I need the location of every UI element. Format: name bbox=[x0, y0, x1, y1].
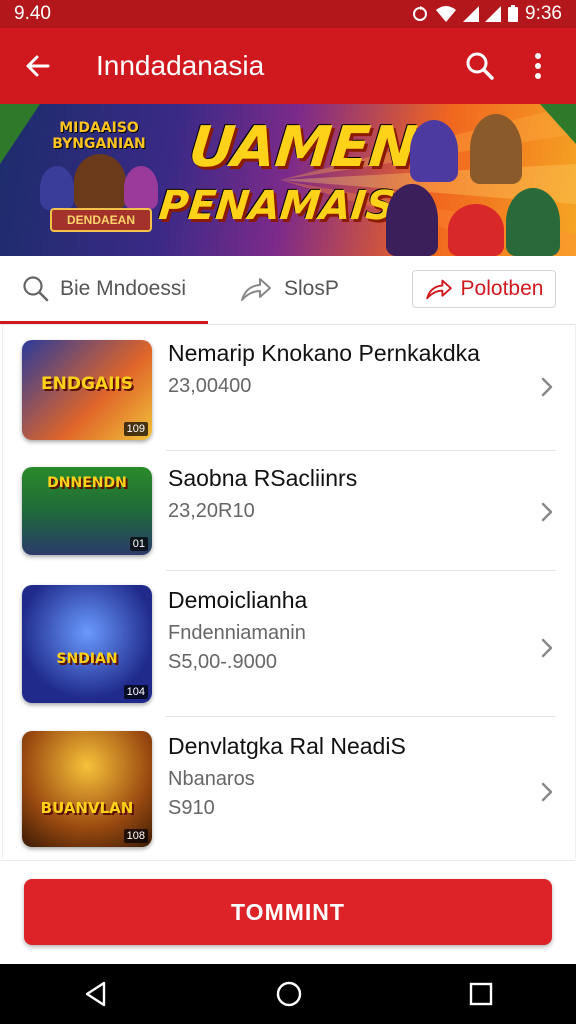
item-thumbnail-badge: 108 bbox=[123, 829, 148, 843]
tab-search[interactable]: Bie Mndoessi bbox=[0, 256, 208, 324]
more-options-button[interactable] bbox=[516, 44, 560, 88]
tab-share[interactable]: SlosP bbox=[240, 256, 390, 322]
banner-character-2 bbox=[410, 120, 458, 182]
status-right-text: 9:36 bbox=[525, 3, 562, 24]
item-thumbnail-badge: 01 bbox=[129, 537, 148, 551]
tab-active-indicator bbox=[0, 321, 208, 324]
banner-headline-line1: UAMEN bbox=[185, 115, 420, 180]
chevron-right-icon bbox=[541, 377, 553, 397]
item-thumbnail: SNDIAN 104 bbox=[22, 585, 152, 703]
chevron-right-icon bbox=[541, 782, 553, 802]
tab-share-label: SlosP bbox=[284, 277, 339, 300]
banner-headline-line2: PENAMAIS! bbox=[156, 183, 416, 229]
promo-banner[interactable]: MIDAAISO BYNGANIAN DENDAEAN UAMEN PENAMA… bbox=[0, 104, 576, 256]
list-item[interactable]: ENDGAIIS 109 Nemarip Knokano Pernkakdka … bbox=[0, 326, 576, 450]
item-thumbnail: BUANVLAN 108 bbox=[22, 731, 152, 847]
item-name: Demoiclianha bbox=[168, 587, 308, 613]
banner-logo: MIDAAISO BYNGANIAN DENDAEAN bbox=[40, 114, 158, 244]
search-icon bbox=[23, 276, 49, 302]
tab-bar: Bie Mndoessi SlosP Polotben bbox=[0, 256, 576, 325]
more-vert-icon bbox=[535, 53, 541, 79]
item-price: S910 bbox=[168, 797, 215, 819]
banner-headline: UAMEN PENAMAIS! bbox=[155, 112, 420, 246]
item-thumbnail-label: ENDGAIIS bbox=[41, 374, 133, 394]
list-item[interactable]: BUANVLAN 108 Denvlatgka Ral NeadiS Nbana… bbox=[0, 717, 576, 858]
back-button[interactable] bbox=[16, 44, 60, 88]
banner-character-1 bbox=[386, 184, 438, 256]
system-nav-bar bbox=[0, 964, 576, 1024]
signal-icon-2 bbox=[485, 6, 502, 22]
sync-icon bbox=[413, 6, 428, 21]
list-item[interactable]: SNDIAN 104 Demoiclianha Fndenniamanin S5… bbox=[0, 571, 576, 716]
banner-character-4 bbox=[470, 114, 522, 184]
item-thumbnail-label: DNNENDN bbox=[47, 475, 127, 491]
arrow-left-icon bbox=[26, 55, 50, 77]
promote-button[interactable]: Polotben bbox=[412, 270, 556, 308]
item-price: 23,20R10 bbox=[168, 500, 255, 522]
item-subtitle: Fndenniamanin bbox=[168, 622, 306, 644]
item-subtitle: Nbanaros bbox=[168, 768, 255, 790]
item-thumbnail-label: BUANVLAN bbox=[40, 799, 134, 817]
game-list: ENDGAIIS 109 Nemarip Knokano Pernkakdka … bbox=[0, 326, 576, 860]
banner-hero-3 bbox=[124, 166, 158, 210]
banner-hero-2 bbox=[40, 166, 74, 210]
chevron-right-icon bbox=[541, 638, 553, 658]
chevron-right-icon bbox=[541, 502, 553, 522]
battery-icon bbox=[508, 5, 519, 22]
tab-search-label: Bie Mndoessi bbox=[59, 277, 187, 300]
back-triangle-icon[interactable] bbox=[82, 980, 110, 1008]
page-title: Inndadanasia bbox=[96, 50, 265, 81]
share-icon bbox=[241, 278, 271, 301]
banner-character-5 bbox=[506, 188, 560, 256]
recents-square-icon[interactable] bbox=[468, 981, 494, 1007]
item-price: 23,00400 bbox=[168, 375, 252, 397]
search-button[interactable] bbox=[458, 44, 502, 88]
status-time: 9.40 bbox=[14, 3, 51, 24]
share-arrow-icon bbox=[425, 279, 452, 300]
bottom-action-area: TOMMINT bbox=[0, 860, 576, 965]
wifi-icon bbox=[436, 6, 457, 22]
status-bar: 9.40 9:36 bbox=[0, 0, 576, 28]
item-thumbnail-badge: 104 bbox=[123, 685, 148, 699]
banner-character-3 bbox=[448, 204, 504, 256]
item-thumbnail: ENDGAIIS 109 bbox=[22, 340, 152, 440]
item-name: Saobna RSacliinrs bbox=[168, 465, 358, 491]
signal-icon bbox=[463, 6, 480, 22]
home-circle-icon[interactable] bbox=[275, 980, 303, 1008]
banner-logo-top: MIDAAISO BYNGANIAN bbox=[52, 120, 146, 152]
item-thumbnail: DNNENDN 01 bbox=[22, 467, 152, 555]
banner-logo-bottom: DENDAEAN bbox=[50, 208, 152, 232]
app-bar: Inndadanasia bbox=[0, 28, 576, 104]
item-price: S5,00-.9000 bbox=[168, 651, 277, 673]
banner-hero-1 bbox=[74, 154, 126, 210]
submit-button[interactable]: TOMMINT bbox=[24, 879, 552, 945]
item-name: Nemarip Knokano Pernkakdka bbox=[168, 340, 480, 366]
item-thumbnail-label: SNDIAN bbox=[56, 651, 118, 667]
list-item[interactable]: DNNENDN 01 Saobna RSacliinrs 23,20R10 bbox=[0, 451, 576, 569]
item-name: Denvlatgka Ral NeadiS bbox=[168, 733, 406, 759]
search-icon bbox=[466, 52, 494, 80]
promote-button-label: Polotben bbox=[460, 277, 544, 300]
item-thumbnail-badge: 109 bbox=[123, 422, 148, 436]
